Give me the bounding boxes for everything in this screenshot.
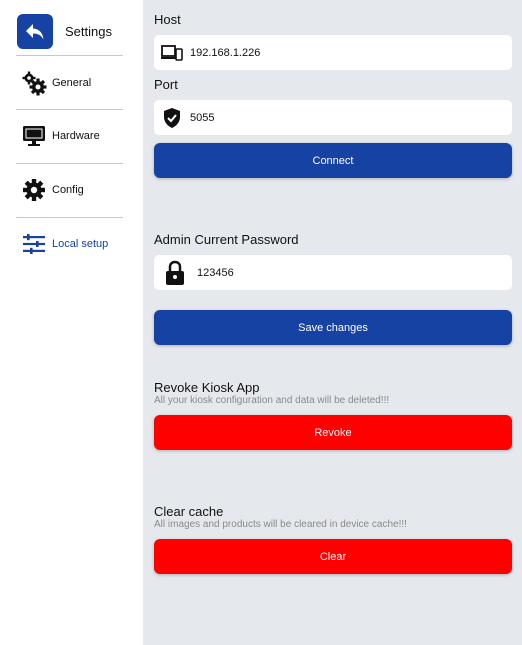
port-label: Port: [154, 77, 178, 92]
clear-cache-subtitle: All images and products will be cleared …: [154, 519, 407, 530]
revoke-button[interactable]: Revoke: [154, 415, 512, 450]
settings-title: Settings: [65, 24, 112, 39]
clear-button[interactable]: Clear: [154, 539, 512, 574]
monitor-icon: [20, 122, 48, 150]
save-changes-button[interactable]: Save changes: [154, 310, 512, 345]
host-label: Host: [154, 12, 181, 27]
devices-icon: [160, 41, 184, 65]
port-field[interactable]: [154, 100, 512, 135]
divider: [16, 163, 123, 164]
clear-cache-title: Clear cache: [154, 504, 224, 519]
sidebar-item-local-setup[interactable]: Local setup: [16, 224, 126, 264]
sidebar-item-config[interactable]: Config: [16, 170, 126, 210]
gear-icon: [20, 176, 48, 204]
sidebar: Settings General Hardware Config Local s…: [0, 0, 143, 645]
lock-icon: [163, 260, 187, 285]
admin-password-input[interactable]: [197, 266, 497, 279]
sidebar-item-label: Local setup: [52, 238, 109, 250]
host-input[interactable]: [190, 46, 490, 59]
shield-check-icon: [160, 106, 184, 130]
host-field[interactable]: [154, 35, 512, 70]
back-arrow-icon: [26, 23, 44, 39]
connect-button[interactable]: Connect: [154, 143, 512, 178]
sidebar-item-label: Config: [52, 184, 84, 196]
sliders-icon: [20, 230, 48, 258]
local-setup-panel: Host Port Connect Admin Current Password: [143, 0, 522, 645]
sidebar-item-label: General: [52, 77, 92, 89]
admin-password-label: Admin Current Password: [154, 232, 299, 247]
divider: [16, 109, 123, 110]
sidebar-item-label: Hardware: [52, 130, 100, 142]
revoke-subtitle: All your kiosk configuration and data wi…: [154, 395, 390, 406]
port-input[interactable]: [190, 111, 490, 124]
divider: [16, 217, 123, 218]
divider: [16, 55, 123, 56]
admin-password-field[interactable]: [154, 255, 512, 290]
gears-icon: [20, 69, 48, 97]
sidebar-item-general[interactable]: General: [16, 63, 126, 103]
revoke-title: Revoke Kiosk App: [154, 380, 260, 395]
sidebar-item-hardware[interactable]: Hardware: [16, 116, 126, 156]
back-button[interactable]: [17, 14, 53, 49]
